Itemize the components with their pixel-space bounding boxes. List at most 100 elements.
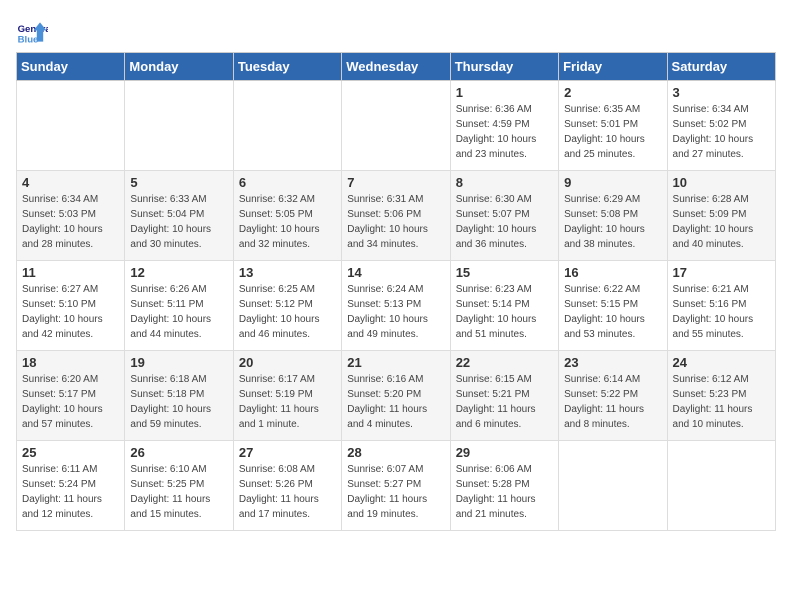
header-cell-thursday: Thursday [450,53,558,81]
day-info: Sunrise: 6:30 AM Sunset: 5:07 PM Dayligh… [456,192,553,252]
day-info: Sunrise: 6:15 AM Sunset: 5:21 PM Dayligh… [456,372,553,432]
day-number: 11 [22,265,119,280]
day-info: Sunrise: 6:20 AM Sunset: 5:17 PM Dayligh… [22,372,119,432]
day-cell: 23Sunrise: 6:14 AM Sunset: 5:22 PM Dayli… [559,351,667,441]
day-info: Sunrise: 6:10 AM Sunset: 5:25 PM Dayligh… [130,462,227,522]
day-info: Sunrise: 6:34 AM Sunset: 5:02 PM Dayligh… [673,102,770,162]
day-number: 8 [456,175,553,190]
calendar-table: SundayMondayTuesdayWednesdayThursdayFrid… [16,52,776,531]
day-cell: 2 Sunrise: 6:35 AM Sunset: 5:01 PM Daylig… [559,81,667,171]
calendar-header: SundayMondayTuesdayWednesdayThursdayFrid… [17,53,776,81]
day-cell: 6 Sunrise: 6:32 AM Sunset: 5:05 PM Daylig… [233,171,341,261]
day-cell: 22 Sunrise: 6:15 AM Sunset: 5:21 PM Dayli… [450,351,558,441]
header-cell-monday: Monday [125,53,233,81]
day-number: 24 [673,355,770,370]
day-cell [667,441,775,531]
day-info: Sunrise: 6:08 AM Sunset: 5:26 PM Dayligh… [239,462,336,522]
day-number: 6 [239,175,336,190]
day-cell: 21 Sunrise: 6:16 AM Sunset: 5:20 PM Dayli… [342,351,450,441]
day-number: 16 [564,265,661,280]
day-cell: 25 Sunrise: 6:11 AM Sunset: 5:24 PM Dayli… [17,441,125,531]
day-number: 25 [22,445,119,460]
day-info: Sunrise: 6:07 AM Sunset: 5:27 PM Dayligh… [347,462,444,522]
svg-text:Blue: Blue [18,34,39,45]
day-info: Sunrise: 6:35 AM Sunset: 5:01 PM Dayligh… [564,102,661,162]
day-number: 29 [456,445,553,460]
day-cell: 5Sunrise: 6:33 AM Sunset: 5:04 PM Daylig… [125,171,233,261]
day-info: Sunrise: 6:06 AM Sunset: 5:28 PM Dayligh… [456,462,553,522]
day-info: Sunrise: 6:34 AM Sunset: 5:03 PM Dayligh… [22,192,119,252]
day-number: 28 [347,445,444,460]
day-number: 7 [347,175,444,190]
day-cell: 27 Sunrise: 6:08 AM Sunset: 5:26 PM Dayli… [233,441,341,531]
header-cell-tuesday: Tuesday [233,53,341,81]
day-cell: 1 Sunrise: 6:36 AM Sunset: 4:59 PM Daylig… [450,81,558,171]
day-cell: 12 Sunrise: 6:26 AM Sunset: 5:11 PM Dayli… [125,261,233,351]
week-row-5: 25 Sunrise: 6:11 AM Sunset: 5:24 PM Dayli… [17,441,776,531]
day-number: 13 [239,265,336,280]
day-number: 27 [239,445,336,460]
day-number: 26 [130,445,227,460]
day-number: 22 [456,355,553,370]
logo: General Blue [16,16,52,48]
header-cell-sunday: Sunday [17,53,125,81]
day-cell: 20 Sunrise: 6:17 AM Sunset: 5:19 PM Dayli… [233,351,341,441]
day-cell: 8 Sunrise: 6:30 AM Sunset: 5:07 PM Daylig… [450,171,558,261]
day-number: 12 [130,265,227,280]
day-cell [342,81,450,171]
day-number: 14 [347,265,444,280]
day-cell: 26 Sunrise: 6:10 AM Sunset: 5:25 PM Dayli… [125,441,233,531]
day-info: Sunrise: 6:29 AM Sunset: 5:08 PM Dayligh… [564,192,661,252]
day-info: Sunrise: 6:25 AM Sunset: 5:12 PM Dayligh… [239,282,336,342]
day-info: Sunrise: 6:26 AM Sunset: 5:11 PM Dayligh… [130,282,227,342]
day-number: 10 [673,175,770,190]
day-number: 9 [564,175,661,190]
day-cell: 10 Sunrise: 6:28 AM Sunset: 5:09 PM Dayli… [667,171,775,261]
header-row: SundayMondayTuesdayWednesdayThursdayFrid… [17,53,776,81]
day-cell: 15 Sunrise: 6:23 AM Sunset: 5:14 PM Dayli… [450,261,558,351]
page-header: General Blue [16,16,776,48]
day-cell [125,81,233,171]
day-info: Sunrise: 6:18 AM Sunset: 5:18 PM Dayligh… [130,372,227,432]
day-number: 23 [564,355,661,370]
day-info: Sunrise: 6:24 AM Sunset: 5:13 PM Dayligh… [347,282,444,342]
day-cell: 3 Sunrise: 6:34 AM Sunset: 5:02 PM Daylig… [667,81,775,171]
day-info: Sunrise: 6:16 AM Sunset: 5:20 PM Dayligh… [347,372,444,432]
day-number: 15 [456,265,553,280]
day-cell: 24 Sunrise: 6:12 AM Sunset: 5:23 PM Dayli… [667,351,775,441]
day-cell: 17Sunrise: 6:21 AM Sunset: 5:16 PM Dayli… [667,261,775,351]
day-cell: 29 Sunrise: 6:06 AM Sunset: 5:28 PM Dayli… [450,441,558,531]
logo-icon: General Blue [16,16,48,48]
day-cell: 14 Sunrise: 6:24 AM Sunset: 5:13 PM Dayli… [342,261,450,351]
day-number: 19 [130,355,227,370]
day-number: 20 [239,355,336,370]
day-cell: 11 Sunrise: 6:27 AM Sunset: 5:10 PM Dayli… [17,261,125,351]
day-number: 2 [564,85,661,100]
header-cell-saturday: Saturday [667,53,775,81]
day-cell: 18 Sunrise: 6:20 AM Sunset: 5:17 PM Dayli… [17,351,125,441]
day-info: Sunrise: 6:17 AM Sunset: 5:19 PM Dayligh… [239,372,336,432]
day-cell: 7 Sunrise: 6:31 AM Sunset: 5:06 PM Daylig… [342,171,450,261]
day-info: Sunrise: 6:28 AM Sunset: 5:09 PM Dayligh… [673,192,770,252]
day-info: Sunrise: 6:33 AM Sunset: 5:04 PM Dayligh… [130,192,227,252]
week-row-3: 11 Sunrise: 6:27 AM Sunset: 5:10 PM Dayli… [17,261,776,351]
day-number: 1 [456,85,553,100]
day-info: Sunrise: 6:23 AM Sunset: 5:14 PM Dayligh… [456,282,553,342]
day-info: Sunrise: 6:32 AM Sunset: 5:05 PM Dayligh… [239,192,336,252]
day-cell: 4Sunrise: 6:34 AM Sunset: 5:03 PM Daylig… [17,171,125,261]
day-info: Sunrise: 6:27 AM Sunset: 5:10 PM Dayligh… [22,282,119,342]
day-cell [233,81,341,171]
day-info: Sunrise: 6:31 AM Sunset: 5:06 PM Dayligh… [347,192,444,252]
day-number: 18 [22,355,119,370]
day-number: 3 [673,85,770,100]
day-info: Sunrise: 6:36 AM Sunset: 4:59 PM Dayligh… [456,102,553,162]
week-row-2: 4Sunrise: 6:34 AM Sunset: 5:03 PM Daylig… [17,171,776,261]
day-cell: 9 Sunrise: 6:29 AM Sunset: 5:08 PM Daylig… [559,171,667,261]
day-info: Sunrise: 6:12 AM Sunset: 5:23 PM Dayligh… [673,372,770,432]
day-number: 21 [347,355,444,370]
day-info: Sunrise: 6:11 AM Sunset: 5:24 PM Dayligh… [22,462,119,522]
day-cell: 28 Sunrise: 6:07 AM Sunset: 5:27 PM Dayli… [342,441,450,531]
day-cell: 13 Sunrise: 6:25 AM Sunset: 5:12 PM Dayli… [233,261,341,351]
day-number: 17 [673,265,770,280]
week-row-1: 1 Sunrise: 6:36 AM Sunset: 4:59 PM Daylig… [17,81,776,171]
